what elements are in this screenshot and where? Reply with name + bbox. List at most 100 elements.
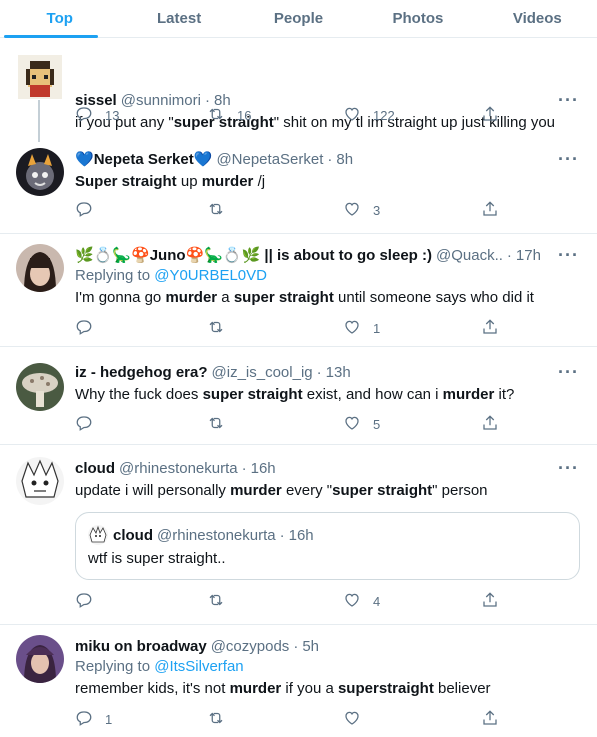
- timestamp[interactable]: 8h: [336, 150, 353, 170]
- blue-heart-icon: 💙: [75, 151, 94, 168]
- tab-top[interactable]: Top: [0, 0, 119, 38]
- more-icon[interactable]: ···: [558, 362, 579, 383]
- user-handle[interactable]: @iz_is_cool_ig: [212, 363, 313, 383]
- like-icon: [343, 318, 361, 339]
- tweet[interactable]: 💙 Nepeta Serket 💙 @NepetaSerket · 8h Sup…: [0, 138, 597, 234]
- highlighted-keyword: Super straight: [75, 173, 177, 190]
- retweet-button[interactable]: 16: [207, 105, 251, 126]
- tweet-actions: 3: [75, 200, 515, 222]
- reply-to-link[interactable]: @ItsSilverfan: [154, 658, 243, 675]
- user-handle[interactable]: @cozypods: [211, 637, 290, 657]
- retweet-button[interactable]: [207, 709, 237, 730]
- retweet-button[interactable]: [207, 591, 237, 612]
- display-name[interactable]: Nepeta Serket: [94, 150, 194, 170]
- more-icon[interactable]: ···: [558, 90, 579, 111]
- like-button[interactable]: 3: [343, 200, 380, 221]
- search-tabs: Top Latest People Photos Videos: [0, 0, 597, 38]
- like-button[interactable]: [343, 709, 373, 730]
- timestamp[interactable]: 5h: [302, 637, 319, 657]
- tweet-text: I'm gonna go murder a super straight unt…: [75, 288, 581, 308]
- display-name[interactable]: miku on broadway: [75, 637, 207, 657]
- display-name[interactable]: 🌿💍🦕🍄Juno🍄🦕💍🌿 || is about to go sleep :): [75, 246, 432, 266]
- share-button[interactable]: [481, 591, 499, 612]
- reply-button[interactable]: 1: [75, 709, 112, 730]
- replying-to: Replying to @Y0URBEL0VD: [75, 267, 267, 284]
- avatar[interactable]: [16, 244, 64, 292]
- highlighted-keyword: murder: [230, 482, 282, 499]
- retweet-icon: [207, 709, 225, 730]
- quoted-tweet[interactable]: cloud @rhinestonekurta · 16h wtf is supe…: [75, 512, 580, 580]
- reply-icon: [75, 200, 93, 221]
- share-icon: [481, 318, 499, 339]
- like-count: 3: [373, 203, 381, 218]
- tab-latest[interactable]: Latest: [119, 0, 238, 37]
- more-icon[interactable]: ···: [558, 149, 579, 170]
- like-count: 4: [373, 594, 381, 609]
- reply-button[interactable]: [75, 200, 105, 221]
- tweet-actions: 1: [75, 709, 515, 731]
- reply-button[interactable]: [75, 591, 105, 612]
- share-button[interactable]: [481, 200, 499, 221]
- tab-photos[interactable]: Photos: [358, 0, 477, 37]
- tweet[interactable]: iz - hedgehog era? @iz_is_cool_ig · 13h …: [0, 347, 597, 445]
- reply-button[interactable]: [75, 318, 105, 339]
- reply-icon: [75, 105, 93, 126]
- retweet-icon: [207, 591, 225, 612]
- avatar[interactable]: [16, 457, 64, 505]
- share-button[interactable]: [481, 105, 499, 126]
- highlighted-keyword: super straight: [233, 289, 334, 306]
- retweet-button[interactable]: [207, 414, 237, 435]
- share-button[interactable]: [481, 709, 499, 730]
- reply-icon: [75, 414, 93, 435]
- share-button[interactable]: [481, 318, 499, 339]
- user-handle[interactable]: @NepetaSerket: [216, 150, 323, 170]
- text-segment: believer: [433, 680, 491, 697]
- like-icon: [343, 709, 361, 730]
- like-icon: [343, 414, 361, 435]
- tweet[interactable]: miku on broadway @cozypods · 5h Replying…: [0, 625, 597, 737]
- separator-dot: ·: [327, 151, 333, 168]
- quoted-timestamp: 16h: [288, 526, 314, 544]
- avatar[interactable]: [16, 363, 64, 411]
- like-count: 5: [373, 417, 381, 432]
- avatar[interactable]: [18, 55, 62, 99]
- user-handle[interactable]: @Quack..: [436, 246, 503, 266]
- tweet-actions: 13 16 122: [75, 105, 515, 127]
- like-icon: [343, 591, 361, 612]
- retweet-count: 16: [237, 108, 252, 123]
- text-segment: a: [217, 289, 234, 306]
- share-button[interactable]: [481, 414, 499, 435]
- more-icon[interactable]: ···: [558, 458, 579, 479]
- reply-button[interactable]: [75, 414, 105, 435]
- timestamp[interactable]: 13h: [326, 363, 351, 383]
- more-icon[interactable]: ···: [558, 245, 579, 266]
- reply-to-link[interactable]: @Y0URBEL0VD: [154, 267, 267, 284]
- timestamp[interactable]: 17h: [516, 246, 541, 266]
- share-icon: [481, 414, 499, 435]
- tweet[interactable]: cloud @rhinestonekurta · 16h update i wi…: [0, 445, 597, 625]
- like-count: 122: [373, 108, 395, 123]
- like-button[interactable]: 1: [343, 318, 380, 339]
- share-icon: [481, 709, 499, 730]
- display-name[interactable]: iz - hedgehog era?: [75, 363, 208, 383]
- like-button[interactable]: 4: [343, 591, 380, 612]
- like-button[interactable]: 122: [343, 105, 395, 126]
- timestamp[interactable]: 16h: [251, 459, 276, 479]
- highlighted-keyword: super straight: [202, 386, 303, 403]
- highlighted-keyword: superstraight: [337, 680, 434, 697]
- tweet[interactable]: 🌿💍🦕🍄Juno🍄🦕💍🌿 || is about to go sleep :) …: [0, 234, 597, 347]
- replying-to: Replying to @ItsSilverfan: [75, 658, 244, 675]
- retweet-button[interactable]: [207, 318, 237, 339]
- reply-button[interactable]: 13: [75, 105, 119, 126]
- thread-connector: [38, 100, 40, 142]
- retweet-button[interactable]: [207, 200, 237, 221]
- tweet-actions: 5: [75, 414, 515, 436]
- like-button[interactable]: 5: [343, 414, 380, 435]
- avatar[interactable]: [16, 635, 64, 683]
- avatar[interactable]: [16, 148, 64, 196]
- separator-dot: ·: [293, 638, 299, 655]
- display-name[interactable]: cloud: [75, 459, 115, 479]
- tab-videos[interactable]: Videos: [478, 0, 597, 37]
- tab-people[interactable]: People: [239, 0, 358, 37]
- user-handle[interactable]: @rhinestonekurta: [119, 459, 238, 479]
